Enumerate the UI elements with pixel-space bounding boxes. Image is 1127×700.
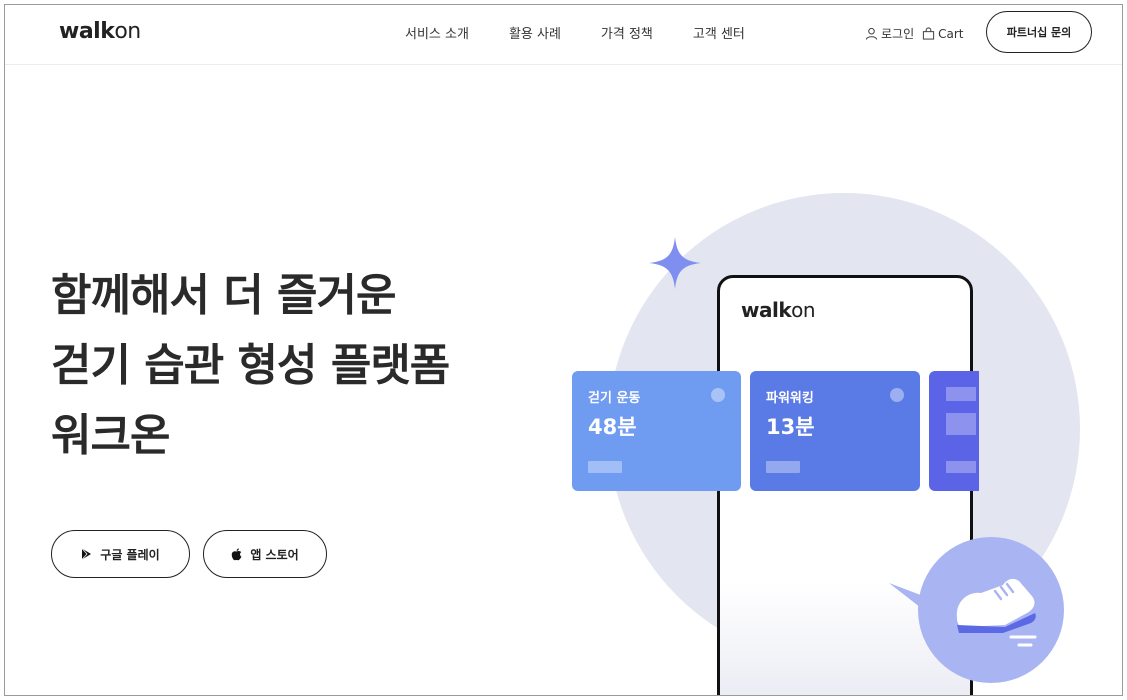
app-store-label: 앱 스토어 [250, 547, 299, 562]
card-bar [766, 461, 800, 473]
headline-line-2: 걷기 습관 형성 플랫폼 [51, 340, 450, 391]
login-link[interactable]: 로그인 [865, 25, 914, 42]
main-nav: 서비스 소개 활용 사례 가격 정책 고객 센터 [405, 23, 785, 42]
login-label: 로그인 [881, 27, 915, 41]
phone-logo: walkon [741, 298, 816, 322]
card-placeholder-bar [946, 387, 976, 401]
cart-link[interactable]: Cart [922, 26, 964, 41]
apple-icon [232, 547, 242, 560]
nav-item-pricing[interactable]: 가격 정책 [601, 23, 653, 42]
headline-line-3: 워크온 [51, 410, 170, 461]
nav-item-cases[interactable]: 활용 사례 [509, 23, 561, 42]
card-title: 걷기 운동 [588, 391, 641, 406]
card-placeholder-bar [946, 461, 976, 473]
logo-suffix: on [114, 19, 141, 44]
sneaker-icon [889, 537, 1064, 683]
logo-text: walk [59, 19, 115, 44]
google-play-button[interactable]: 구글 플레이 [51, 530, 190, 578]
card-value: 48분 [588, 415, 637, 439]
nav-item-service[interactable]: 서비스 소개 [405, 23, 469, 42]
phone-logo-suffix: on [791, 298, 816, 322]
sparkle-icon [649, 237, 701, 289]
site-logo[interactable]: walkon [59, 19, 141, 44]
card-value: 13분 [766, 415, 815, 439]
partnership-inquiry-button[interactable]: 파트너십 문의 [986, 11, 1092, 53]
cart-label: Cart [938, 26, 964, 41]
site-header: walkon 서비스 소개 활용 사례 가격 정책 고객 센터 로그인 Cart… [5, 5, 1122, 65]
card-title: 파워워킹 [766, 391, 814, 406]
phone-logo-text: walk [741, 298, 792, 322]
activity-card-walking: 걷기 운동 48분 [572, 371, 741, 491]
card-bar [588, 461, 622, 473]
google-play-label: 구글 플레이 [100, 547, 160, 562]
shopping-bag-icon [923, 27, 935, 40]
headline-line-1: 함께해서 더 즐거운 [51, 270, 396, 321]
play-store-icon [82, 548, 92, 560]
utility-menu: 로그인 Cart [865, 25, 972, 42]
activity-card-power-walking: 파워워킹 13분 [750, 371, 920, 491]
app-store-button[interactable]: 앱 스토어 [203, 530, 327, 578]
user-icon [865, 27, 878, 40]
card-dot [711, 388, 725, 402]
page-frame: walkon 서비스 소개 활용 사례 가격 정책 고객 센터 로그인 Cart… [4, 4, 1123, 696]
hero-headline: 함께해서 더 즐거운 걷기 습관 형성 플랫폼 워크온 [51, 261, 450, 471]
activity-card-partial [929, 371, 979, 491]
card-dot [890, 388, 904, 402]
card-placeholder-bar [946, 413, 976, 435]
nav-item-support[interactable]: 고객 센터 [693, 23, 745, 42]
